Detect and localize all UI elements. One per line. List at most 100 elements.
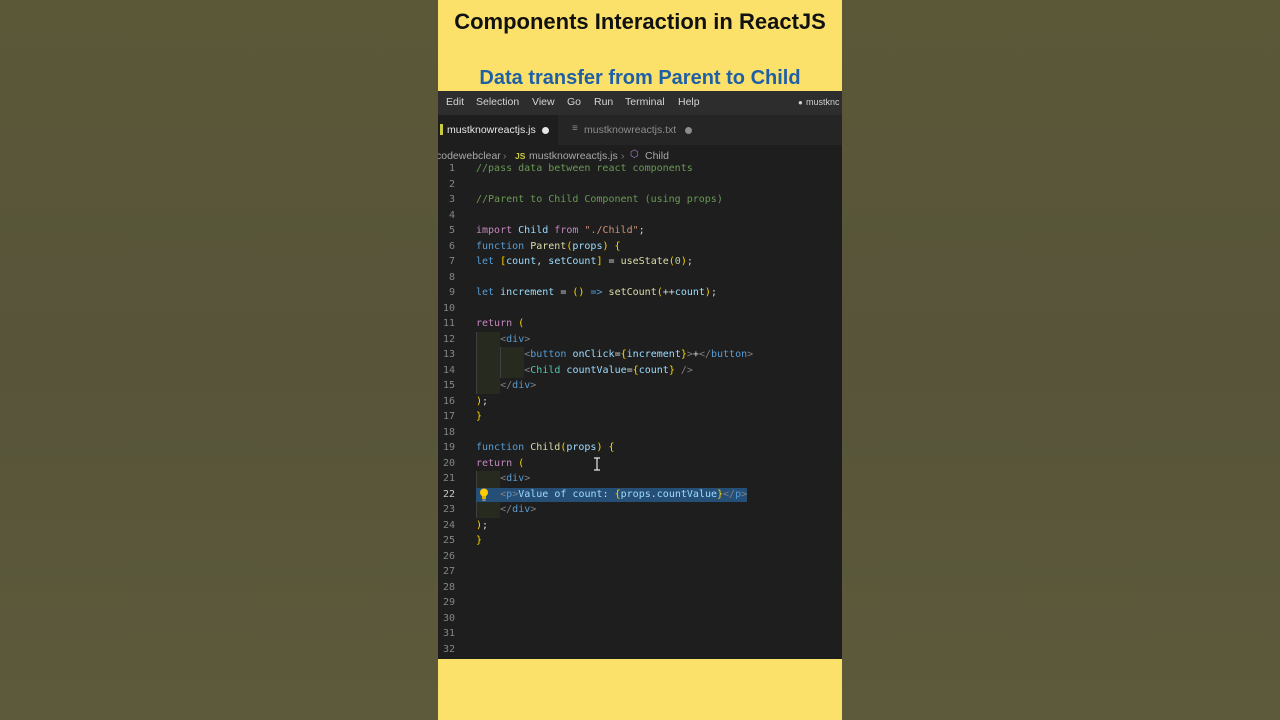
- menu-view[interactable]: View: [532, 96, 555, 108]
- line-number: 26: [442, 550, 455, 562]
- code-line[interactable]: 8: [438, 270, 842, 286]
- js-file-icon: [440, 124, 443, 135]
- menu-selection[interactable]: Selection: [476, 96, 519, 108]
- code-line[interactable]: 29: [438, 595, 842, 611]
- code-line[interactable]: 4: [438, 208, 842, 224]
- line-number: 20: [442, 457, 455, 469]
- code-text: <div>: [500, 473, 531, 484]
- code-editor: Edit Selection View Go Run Terminal Help…: [438, 91, 842, 659]
- code-line[interactable]: 24);: [438, 518, 842, 534]
- video-frame: Components Interaction in ReactJS Data t…: [438, 0, 842, 720]
- menu-terminal[interactable]: Terminal: [625, 96, 665, 108]
- code-text: return (: [476, 318, 525, 329]
- code-text: );: [476, 519, 489, 531]
- window-title: mustknc: [806, 97, 840, 107]
- video-subtitle: Data transfer from Parent to Child: [479, 67, 801, 89]
- code-line[interactable]: 7 let [count, setCount] = useState(0);: [438, 254, 842, 270]
- tab-mustknowreactjs-js[interactable]: mustknowreactjs.js: [438, 115, 558, 145]
- code-line[interactable]: 3 //Parent to Child Component (using prop…: [438, 192, 842, 208]
- code-text: <button onClick={increment}>+</button>: [524, 349, 754, 360]
- code-line[interactable]: 16);: [438, 394, 842, 410]
- line-number: 32: [442, 643, 455, 655]
- code-line[interactable]: 22 <p>Value of count: {props.countValue}…: [438, 486, 842, 502]
- code-line[interactable]: 25}: [438, 533, 842, 549]
- code-text: //pass data between react components: [476, 163, 693, 174]
- dirty-dot-icon: ●: [798, 98, 803, 107]
- code-text: </div>: [500, 380, 537, 391]
- code-line[interactable]: 32: [438, 642, 842, 658]
- code-line[interactable]: 15 </div>: [438, 378, 842, 394]
- bottom-band: [438, 659, 842, 720]
- code-line[interactable]: 14 <Child countValue={count} />: [438, 362, 842, 378]
- line-number: 29: [442, 597, 455, 608]
- code-line[interactable]: 6 function Parent(props) {: [438, 239, 842, 255]
- unsaved-dot-icon[interactable]: [685, 127, 692, 134]
- line-number: 16: [442, 395, 455, 407]
- line-number: 7: [448, 256, 455, 267]
- line-number: 8: [448, 271, 455, 283]
- menu-edit[interactable]: Edit: [446, 96, 464, 108]
- lightbulb-icon[interactable]: [478, 487, 490, 502]
- code-line[interactable]: 20 return (: [438, 456, 842, 472]
- line-number: 12: [442, 333, 455, 345]
- code-text: <p>Value of count: {props.countValue}</p…: [500, 488, 748, 500]
- code-line[interactable]: 2: [438, 177, 842, 193]
- line-number: 23: [442, 504, 455, 515]
- code-line[interactable]: 28: [438, 580, 842, 596]
- menu-go[interactable]: Go: [567, 96, 581, 108]
- tab-mustknowreactjs-txt[interactable]: ≡ mustknowreactjs.txt: [558, 115, 708, 145]
- line-number: 19: [442, 442, 455, 453]
- line-number: 1: [448, 163, 455, 174]
- video-title: Components Interaction in ReactJS: [454, 9, 826, 34]
- code-line[interactable]: 5 import Child from "./Child";: [438, 223, 842, 239]
- line-number: 24: [442, 519, 455, 531]
- code-line[interactable]: 23 </div>: [438, 502, 842, 518]
- js-file-icon: JS: [515, 151, 526, 161]
- line-number: 6: [448, 240, 455, 252]
- code-text: }: [476, 411, 483, 422]
- tab-label: mustknowreactjs.js: [447, 124, 536, 136]
- line-number: 10: [442, 302, 455, 314]
- code-text: );: [476, 395, 489, 407]
- background-left: [0, 0, 438, 720]
- unsaved-dot-icon[interactable]: [542, 127, 549, 134]
- code-line[interactable]: 30: [438, 611, 842, 627]
- line-number: 14: [442, 364, 455, 376]
- line-number: 2: [448, 178, 455, 190]
- line-number: 18: [442, 426, 455, 438]
- code-line[interactable]: 31: [438, 626, 842, 642]
- line-number: 28: [442, 581, 455, 593]
- code-text: let increment = () => setCount(++count);: [476, 287, 717, 298]
- code-text: <div>: [500, 333, 531, 345]
- code-line[interactable]: 12 <div>: [438, 331, 842, 347]
- code-line[interactable]: 27: [438, 564, 842, 580]
- line-number: 13: [442, 349, 455, 360]
- code-text: return (: [476, 457, 525, 469]
- code-line[interactable]: 1 //pass data between react components: [438, 161, 842, 177]
- symbol-method-icon: ⬡: [630, 149, 639, 160]
- line-number: 27: [442, 566, 455, 577]
- code-line[interactable]: 17}: [438, 409, 842, 425]
- code-line[interactable]: 9 let increment = () => setCount(++count)…: [438, 285, 842, 301]
- line-number: 11: [442, 318, 455, 329]
- line-number: 9: [448, 287, 455, 298]
- code-line[interactable]: 26: [438, 549, 842, 565]
- line-number: 4: [448, 209, 455, 221]
- line-number: 15: [442, 380, 455, 391]
- code-text: //Parent to Child Component (using props…: [476, 194, 723, 205]
- code-text: <Child countValue={count} />: [524, 364, 693, 376]
- menu-help[interactable]: Help: [678, 96, 700, 108]
- code-line[interactable]: 19 function Child(props) {: [438, 440, 842, 456]
- text-cursor-icon: [594, 456, 600, 471]
- code-line[interactable]: 21 <div>: [438, 471, 842, 487]
- code-line[interactable]: 10: [438, 301, 842, 317]
- line-number: 25: [442, 535, 455, 546]
- menu-run[interactable]: Run: [594, 96, 613, 108]
- line-number: 31: [442, 628, 455, 639]
- line-number: 30: [442, 612, 455, 624]
- code-line[interactable]: 18: [438, 425, 842, 441]
- tab-label: mustknowreactjs.txt: [584, 124, 677, 136]
- code-text: </div>: [500, 504, 537, 515]
- code-line[interactable]: 11 return (: [438, 316, 842, 332]
- code-line[interactable]: 13 <button onClick={increment}>+</button…: [438, 347, 842, 363]
